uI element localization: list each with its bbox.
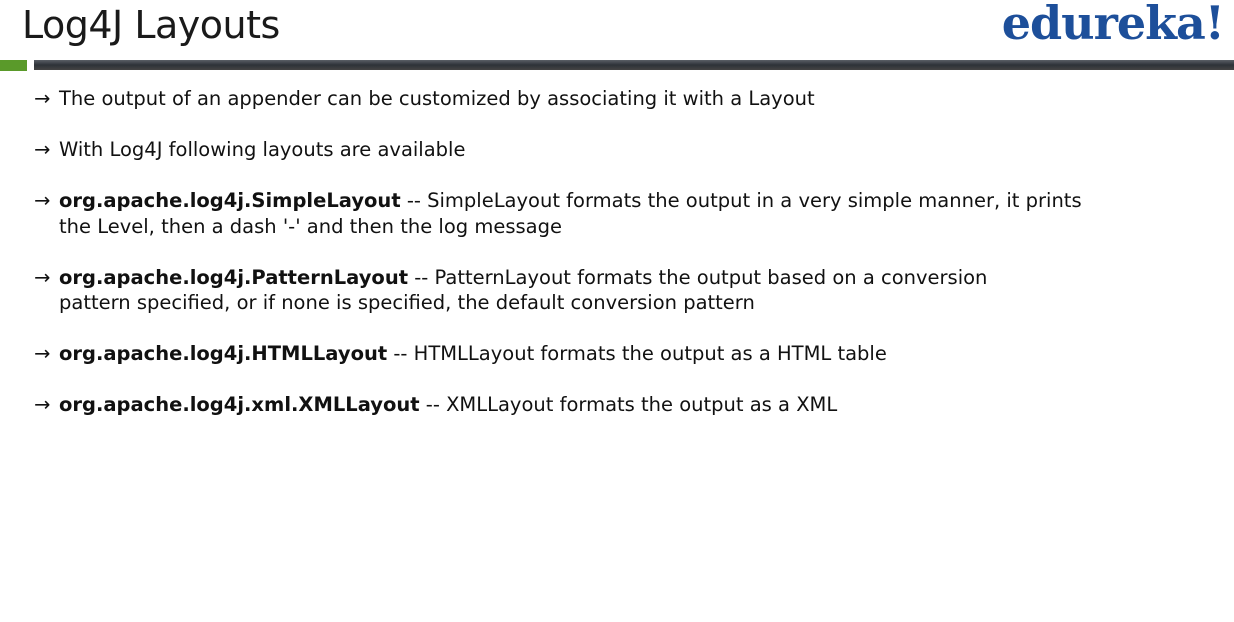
right-arrow-icon: → [34, 138, 51, 161]
bullet-text: -- XMLLayout formats the output as a XML [419, 393, 838, 416]
bullet-item: → The output of an appender can be custom… [34, 86, 1134, 112]
bullet-list: → The output of an appender can be custom… [34, 86, 1134, 443]
right-arrow-icon: → [34, 87, 51, 110]
bullet-text: -- HTMLLayout formats the output as a HT… [387, 342, 887, 365]
right-arrow-icon: → [34, 189, 51, 212]
bullet-item: → org.apache.log4j.SimpleLayout -- Simple… [34, 188, 1134, 239]
bullet-item: → With Log4J following layouts are availa… [34, 137, 1134, 163]
bullet-bold: org.apache.log4j.PatternLayout [59, 265, 409, 289]
bullet-item: → org.apache.log4j.HTMLLayout -- HTMLLayo… [34, 341, 1134, 367]
right-arrow-icon: → [34, 265, 51, 289]
bullet-bold: org.apache.log4j.SimpleLayout [59, 189, 401, 212]
slide-title: Log4J Layouts [22, 3, 280, 47]
right-arrow-icon: → [34, 393, 51, 416]
bullet-bold: org.apache.log4j.HTMLLayout [59, 342, 388, 365]
accent-bar-green [0, 60, 27, 71]
bullet-item: → org.apache.log4j.xml.XMLLayout -- XMLLa… [34, 392, 1134, 418]
edureka-logo: edureka! [1001, 0, 1225, 50]
bullet-bold: org.apache.log4j.xml.XMLLayout [59, 393, 420, 416]
bullet-text: The output of an appender can be customi… [59, 87, 815, 110]
bullet-text: With Log4J following layouts are availab… [59, 138, 466, 161]
bullet-item: → org.apache.log4j.PatternLayout -- Patte… [34, 265, 1134, 316]
right-arrow-icon: → [34, 342, 51, 365]
header-divider-bar [34, 60, 1234, 70]
